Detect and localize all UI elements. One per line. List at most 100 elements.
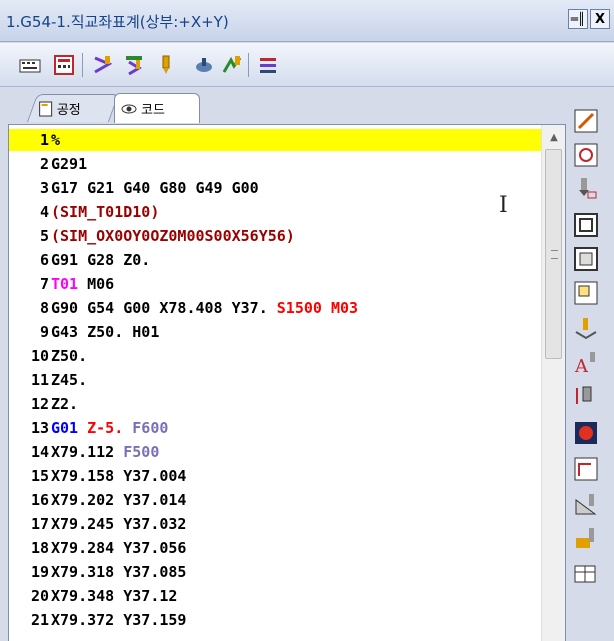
rotate-button[interactable] [570,140,602,170]
code-token: (SIM_T01D10) [51,203,160,221]
code-text: G291 [51,153,87,175]
line-number: 20 [30,587,49,605]
edge-button[interactable] [570,454,602,484]
transform-button[interactable] [220,53,244,77]
tool-length-button[interactable] [570,382,602,412]
line-number: 19 [30,563,49,581]
code-line[interactable]: 13 G01 Z-5. F600 [9,417,541,439]
pin-button[interactable]: ═║ [568,9,588,29]
line-number: 17 [30,515,49,533]
code-line[interactable]: 18 X79.284 Y37.056 [9,537,541,559]
code-token: X79.158 Y37.004 [51,467,187,485]
code-token: T01 [51,275,79,293]
code-token: G43 Z50. H01 [51,323,160,341]
code-token: (SIM_OX0OY0OZ0M00S00X56Y56) [51,227,295,245]
code-token: X79.202 Y37.014 [51,491,187,509]
frame-inner-button[interactable] [570,244,602,274]
code-line[interactable]: 1% [9,129,541,151]
tab-code[interactable]: 코드 [114,93,200,123]
measure-icon [196,58,212,72]
line-number: 16 [30,491,49,509]
scroll-up-button[interactable]: ▲ [542,127,565,147]
line-number: 12 [30,395,49,413]
gear-red-button[interactable] [570,418,602,448]
scroll-thumb[interactable] [545,149,562,359]
code-editor[interactable]: 1% 2 G291 3 G17 G21 G40 G80 G49 G00 4 (SIM_T01… [8,124,566,641]
code-line[interactable]: 6 G91 G28 Z0. [9,249,541,271]
toolpath-button[interactable] [90,53,114,77]
line-number: 21 [30,611,49,629]
code-text: X79.372 Y37.159 [51,609,186,631]
angle-button[interactable] [570,490,602,520]
angle-icon [575,494,597,515]
tool-length-icon [576,386,592,404]
toolbar-separator [248,53,249,77]
calculator-icon [54,55,74,75]
code-text: (SIM_T01D10) [51,201,159,223]
code-text: Z50. [51,345,87,367]
code-line[interactable]: 14 X79.112 F500 [9,441,541,463]
code-line[interactable]: 17 X79.245 Y37.032 [9,513,541,535]
text-tool-button[interactable]: A [570,348,602,378]
code-token: X79.245 Y37.032 [51,515,187,533]
code-line[interactable]: 15 X79.158 Y37.004 [9,465,541,487]
line-number: 14 [30,443,49,461]
window-titlebar: 1.G54-1.직교좌표계(상부:+X+Y) ═║ X [0,0,614,42]
code-line[interactable]: 7 T01 M06 [9,273,541,295]
drill-button[interactable] [154,53,178,77]
line-number: 13 [30,419,49,437]
code-text: X79.284 Y37.056 [51,537,186,559]
code-line[interactable]: 4 (SIM_T01D10) [9,201,541,223]
toolbar [0,43,614,87]
code-token: S1500 M03 [276,299,359,317]
tool-down-icon [579,178,597,199]
code-line[interactable]: 12 Z2. [9,393,541,415]
frame-button[interactable] [570,210,602,240]
code-text: Z45. [51,369,87,391]
table-button[interactable] [570,558,602,588]
tab-code-label: 코드 [141,103,165,118]
arrow-button[interactable] [570,106,602,136]
code-token: % [51,131,61,149]
vertical-scrollbar[interactable]: ▲ [541,125,565,641]
drill-icon [162,55,170,74]
probe-button[interactable] [570,314,602,344]
line-number: 1 [39,131,49,149]
keyboard-button[interactable] [18,53,42,77]
code-token: X79.112 [51,443,124,461]
calculator-button[interactable] [52,53,76,77]
tool-down-button[interactable] [570,174,602,204]
code-token: G291 [51,155,88,173]
code-line[interactable]: 20 X79.348 Y37.12 [9,585,541,607]
close-button[interactable]: X [590,9,610,29]
code-token: Z50. [51,347,88,365]
code-line[interactable]: 9 G43 Z50. H01 [9,321,541,343]
line-number: 4 [39,203,49,221]
tab-process[interactable]: 공정 [26,94,120,122]
tool-select-button[interactable] [122,53,146,77]
code-line[interactable]: 11 Z45. [9,369,541,391]
code-line[interactable]: 19 X79.318 Y37.085 [9,561,541,583]
text-tool-icon: A [574,352,595,376]
code-text: G01 Z-5. F600 [51,417,168,439]
code-text: T01 M06 [51,273,114,295]
code-line[interactable]: 16 X79.202 Y37.014 [9,489,541,511]
measure-button[interactable] [192,53,216,77]
code-line[interactable]: 2 G291 [9,153,541,175]
pin-icon: ═║ [570,12,586,26]
mill-button[interactable] [570,524,602,554]
copy-icon [574,281,598,305]
rotate-icon [574,143,598,167]
code-line[interactable]: 5 (SIM_OX0OY0OZ0M00S00X56Y56) [9,225,541,247]
code-token: G90 G54 G00 X78.408 Y37. [51,299,277,317]
code-line[interactable]: 3 G17 G21 G40 G80 G49 G00 [9,177,541,199]
code-line[interactable]: 21 X79.372 Y37.159 [9,609,541,631]
code-line[interactable]: 10 Z50. [9,345,541,367]
code-text: X79.348 Y37.12 [51,585,177,607]
list-button[interactable] [256,53,280,77]
code-token: Z-5. [78,419,124,437]
code-text: % [51,129,60,151]
transform-icon [222,56,242,73]
code-line[interactable]: 8 G90 G54 G00 X78.408 Y37. S1500 M03 [9,297,541,319]
copy-button[interactable] [570,278,602,308]
